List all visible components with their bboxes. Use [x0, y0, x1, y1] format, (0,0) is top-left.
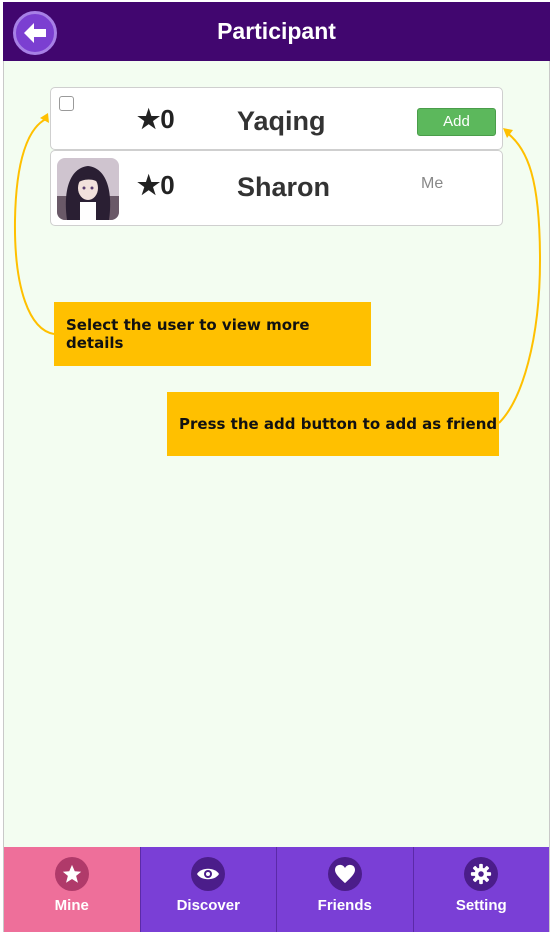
- tab-label: Mine: [54, 897, 89, 914]
- tab-setting[interactable]: Setting: [414, 847, 550, 932]
- participant-row[interactable]: ★0 Yaqing Add: [50, 87, 503, 150]
- star-count: ★0: [137, 170, 175, 200]
- tab-discover[interactable]: Discover: [141, 847, 277, 932]
- back-button[interactable]: [13, 11, 57, 55]
- tab-mine[interactable]: Mine: [4, 847, 141, 932]
- top-bar: Participant: [3, 2, 550, 61]
- page-title: Participant: [217, 18, 336, 44]
- tab-label: Friends: [317, 897, 372, 914]
- eye-icon: [191, 857, 226, 891]
- tab-label: Setting: [455, 897, 507, 914]
- gear-icon: [464, 857, 499, 891]
- me-label: Me: [421, 175, 444, 192]
- arrow-left-icon: [24, 23, 46, 43]
- bottom-tab-bar: Mine Discover Friends Setting: [4, 847, 549, 932]
- star-icon: [54, 857, 89, 891]
- tutorial-callout-select: Select the user to view more details: [54, 302, 371, 366]
- select-checkbox[interactable]: [59, 96, 74, 111]
- participant-name: Yaqing: [237, 106, 326, 136]
- heart-icon: [327, 857, 362, 891]
- tab-label: Discover: [176, 897, 240, 914]
- add-friend-button[interactable]: Add: [417, 108, 496, 136]
- tutorial-callout-add: Press the add button to add as friend: [167, 392, 499, 456]
- participant-name: Sharon: [237, 172, 331, 202]
- star-count: ★0: [137, 104, 175, 134]
- tab-friends[interactable]: Friends: [277, 847, 414, 932]
- participant-row[interactable]: ★0 Sharon Me: [50, 150, 503, 226]
- avatar: [57, 158, 119, 220]
